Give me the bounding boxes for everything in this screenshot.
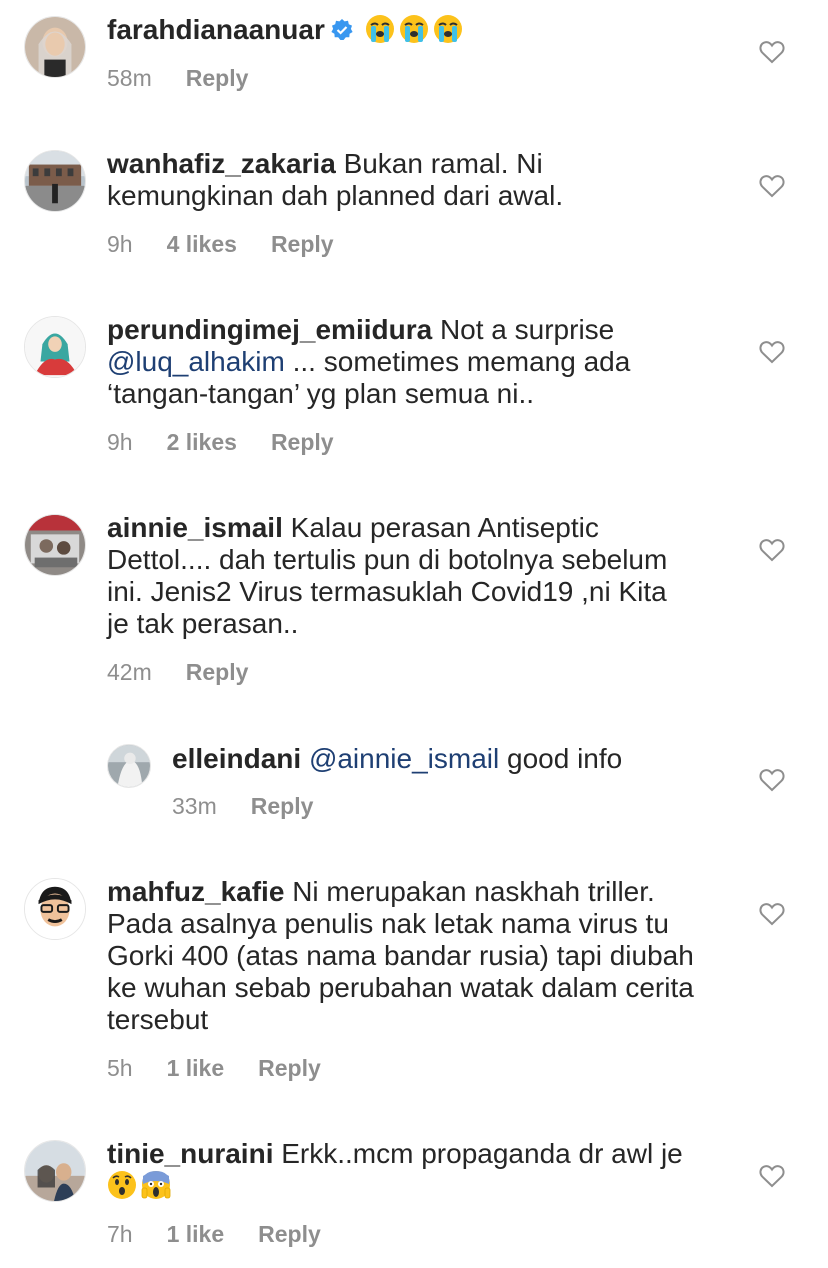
comment-time: 58m [107, 65, 152, 91]
reply-button[interactable]: Reply [251, 793, 314, 820]
username[interactable]: perundingimej_emiidura [107, 314, 432, 345]
comment-body: wanhafiz_zakaria Bukan ramal. Ni kemungk… [107, 148, 747, 212]
mention-link[interactable]: @luq_alhakim [107, 346, 285, 377]
comment-meta: 58m Reply [107, 65, 248, 92]
comment-text: Pada asalnya penulis nak letak nama viru… [107, 908, 669, 939]
avatar[interactable] [107, 744, 151, 788]
comment-text: Dettol.... dah tertulis pun di botolnya … [107, 544, 668, 575]
comment-text: ini. Jenis2 Virus termasuklah Covid19 ,n… [107, 576, 667, 607]
comment-meta: 42m Reply [107, 659, 248, 686]
comment-text: je tak perasan.. [107, 608, 299, 639]
comment-text: good info [499, 743, 623, 774]
comment-time: 42m [107, 659, 152, 685]
reply-button[interactable]: Reply [258, 1221, 321, 1248]
avatar[interactable] [24, 1140, 86, 1202]
username[interactable]: wanhafiz_zakaria [107, 148, 336, 179]
loudly-crying-face-icon [433, 15, 462, 43]
username[interactable]: ainnie_ismail [107, 512, 283, 543]
heart-icon[interactable] [759, 902, 785, 926]
comment-body: farahdianaanuar [107, 14, 747, 46]
comment-meta: 7h 1 like Reply [107, 1221, 321, 1248]
comment-time: 9h [107, 429, 133, 455]
heart-icon[interactable] [759, 1164, 785, 1188]
heart-icon[interactable] [759, 340, 785, 364]
comment-body: ainnie_ismail Kalau perasan Antiseptic D… [107, 512, 767, 640]
verified-badge-icon [331, 19, 353, 40]
comment-text: Kalau perasan Antiseptic [290, 512, 599, 543]
likes-count[interactable]: 1 like [167, 1055, 225, 1082]
comment-text: Ni merupakan naskhah triller. [292, 876, 655, 907]
reply-button[interactable]: Reply [186, 65, 249, 92]
comment-meta: 5h 1 like Reply [107, 1055, 321, 1082]
comment-time: 9h [107, 231, 133, 257]
likes-count[interactable]: 1 like [167, 1221, 225, 1248]
loudly-crying-face-icon [365, 15, 394, 43]
heart-icon[interactable] [759, 40, 785, 64]
reply-button[interactable]: Reply [271, 429, 334, 456]
comment-meta: 9h 4 likes Reply [107, 231, 334, 258]
mention-link[interactable]: @ainnie_ismail [309, 743, 499, 774]
comment-meta: 9h 2 likes Reply [107, 429, 334, 456]
comment-text: Bukan ramal. Ni [343, 148, 543, 179]
comment-body: elleindani @ainnie_ismail good info [172, 743, 732, 775]
avatar[interactable] [24, 878, 86, 940]
reply-button[interactable]: Reply [186, 659, 249, 686]
avatar[interactable] [24, 514, 86, 576]
username[interactable]: farahdianaanuar [107, 14, 325, 45]
loudly-crying-face-icon [399, 15, 428, 43]
comment-time: 7h [107, 1221, 133, 1247]
comment-text: Erkk..mcm propaganda dr awl je [281, 1138, 683, 1169]
comment-text: Not a surprise [439, 314, 615, 345]
reply-button[interactable]: Reply [271, 231, 334, 258]
comment-time: 33m [172, 793, 217, 819]
reply-button[interactable]: Reply [258, 1055, 321, 1082]
face-screaming-in-fear-icon [141, 1171, 171, 1199]
comment-body: mahfuz_kafie Ni merupakan naskhah trille… [107, 876, 767, 1036]
avatar[interactable] [24, 316, 86, 378]
comment-text: tersebut [107, 1004, 209, 1035]
likes-count[interactable]: 4 likes [167, 231, 237, 258]
heart-icon[interactable] [759, 174, 785, 198]
comment-time: 5h [107, 1055, 133, 1081]
username[interactable]: tinie_nuraini [107, 1138, 273, 1169]
comment-text: Gorki 400 (atas nama bandar rusia) tapi … [107, 940, 694, 971]
hushed-face-icon [108, 1171, 136, 1199]
comment-body: perundingimej_emiidura Not a surprise @l… [107, 314, 747, 410]
comment-text: ke wuhan sebab perubahan watak dalam cer… [107, 972, 694, 1003]
heart-icon[interactable] [759, 768, 785, 792]
comment-text: ... sometimes memang ada [284, 346, 631, 377]
avatar[interactable] [24, 16, 86, 78]
likes-count[interactable]: 2 likes [167, 429, 237, 456]
username[interactable]: elleindani [172, 743, 301, 774]
comment-body: tinie_nuraini Erkk..mcm propaganda dr aw… [107, 1138, 747, 1202]
heart-icon[interactable] [759, 538, 785, 562]
avatar[interactable] [24, 150, 86, 212]
comment-text: kemungkinan dah planned dari awal. [107, 180, 564, 211]
comment-meta: 33m Reply [172, 793, 313, 820]
comment-text: ‘tangan-tangan’ yg plan semua ni.. [107, 378, 535, 409]
username[interactable]: mahfuz_kafie [107, 876, 284, 907]
